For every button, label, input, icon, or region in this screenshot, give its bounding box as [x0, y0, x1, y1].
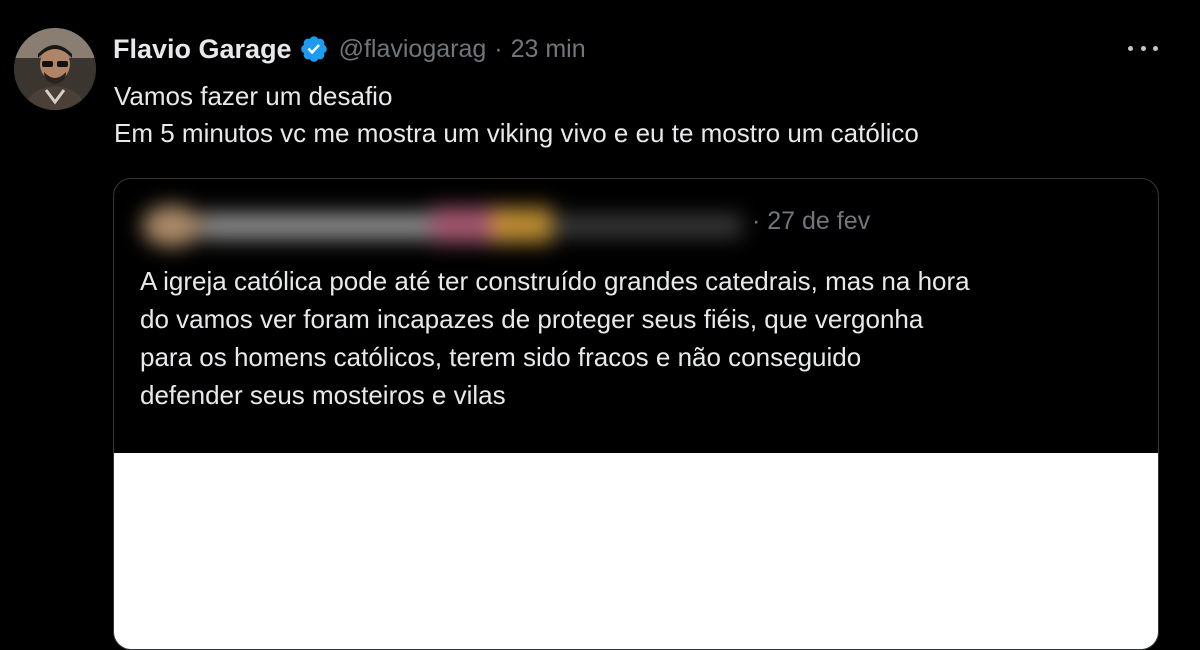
- quoted-text-line: A igreja católica pode até ter construíd…: [140, 266, 970, 296]
- more-dot: [1128, 45, 1133, 51]
- more-options-icon[interactable]: [1128, 38, 1158, 58]
- redacted-author-info: [132, 197, 752, 253]
- tweet-text-line: Em 5 minutos vc me mostra um viking vivo…: [114, 118, 919, 148]
- tweet-text-line: Vamos fazer um desafio: [114, 81, 393, 111]
- more-dot: [1153, 45, 1158, 51]
- quoted-tweet-media[interactable]: [114, 453, 1158, 649]
- tweet-header: Flavio Garage @flaviogarag · 23 min: [113, 29, 586, 69]
- tweet: Flavio Garage @flaviogarag · 23 min Vamo…: [0, 0, 1200, 650]
- header-separator: ·: [494, 34, 503, 63]
- avatar[interactable]: [14, 28, 96, 110]
- quoted-tweet-date[interactable]: · 27 de fev: [752, 207, 870, 236]
- quoted-text-line: para os homens católicos, terem sido fra…: [140, 342, 862, 372]
- author-display-name[interactable]: Flavio Garage: [113, 34, 292, 65]
- user-avatar-icon: [14, 28, 96, 110]
- tweet-text: Vamos fazer um desafio Em 5 minutos vc m…: [114, 78, 919, 152]
- tweet-timestamp[interactable]: 23 min: [511, 35, 586, 64]
- quoted-text-line: do vamos ver foram incapazes de proteger…: [140, 304, 924, 334]
- quoted-text-line: defender seus mosteiros e vilas: [140, 380, 506, 410]
- verified-badge-icon[interactable]: [299, 34, 329, 64]
- author-handle[interactable]: @flaviogarag: [339, 35, 487, 64]
- quoted-tweet-text: A igreja católica pode até ter construíd…: [140, 262, 1140, 414]
- more-dot: [1140, 45, 1146, 51]
- quoted-tweet[interactable]: · 27 de fev A igreja católica pode até t…: [113, 178, 1159, 650]
